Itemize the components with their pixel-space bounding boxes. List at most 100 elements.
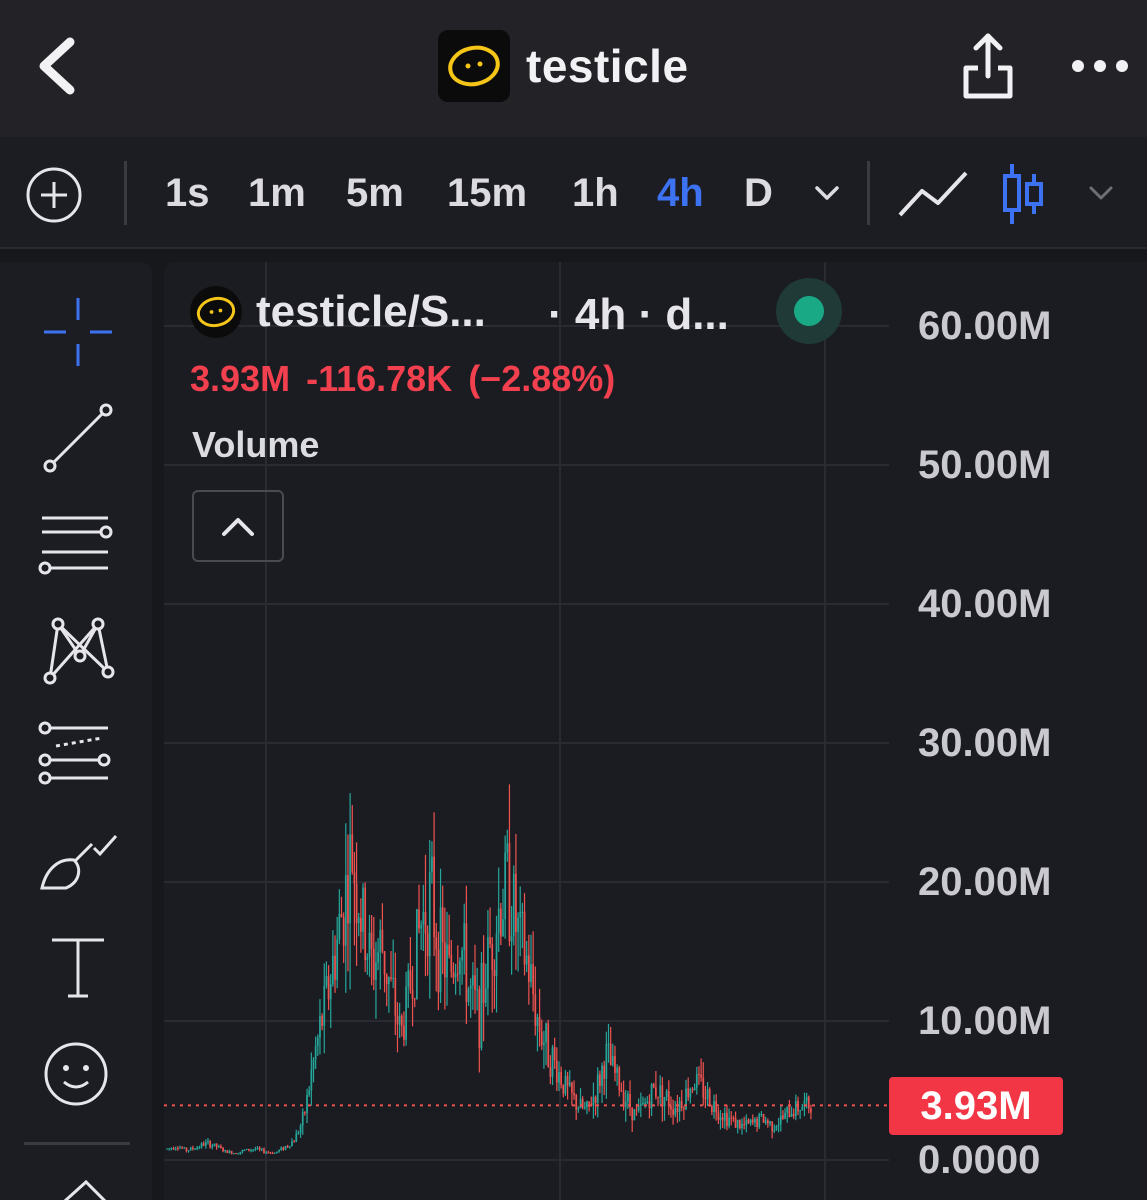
back-button[interactable] bbox=[30, 30, 90, 100]
interval-label: · 4h · d... bbox=[548, 290, 729, 339]
candle-body bbox=[618, 1067, 621, 1091]
candle-body bbox=[586, 1101, 588, 1108]
candle-body bbox=[416, 909, 418, 999]
candle-body bbox=[760, 1114, 763, 1116]
candle-body bbox=[663, 1097, 666, 1107]
token-logo-small bbox=[190, 286, 242, 338]
symbol-pair[interactable]: testicle/S... bbox=[256, 287, 486, 337]
top-bar: testicle bbox=[0, 0, 1147, 137]
timeframe-1m[interactable]: 1m bbox=[248, 171, 306, 216]
candle-body bbox=[174, 1148, 177, 1150]
candle-body bbox=[271, 1152, 274, 1154]
candle-body bbox=[510, 936, 513, 942]
candle-body bbox=[181, 1147, 184, 1149]
candle-body bbox=[480, 962, 483, 1049]
candle-body bbox=[437, 949, 440, 993]
candle-body bbox=[540, 1032, 543, 1046]
candle-body bbox=[715, 1101, 718, 1113]
fib-channel-tool[interactable] bbox=[36, 714, 120, 798]
candle-body bbox=[611, 1055, 614, 1066]
candle-body bbox=[418, 909, 420, 929]
timeframe-toolbar: 1s 1m 5m 15m 1h 4h D bbox=[0, 137, 1147, 249]
share-button[interactable] bbox=[958, 30, 1018, 102]
candle-body bbox=[198, 1147, 201, 1149]
chevron-down-icon bbox=[815, 186, 839, 200]
candle-body bbox=[213, 1143, 216, 1146]
candle-body bbox=[568, 1082, 571, 1086]
candle-body bbox=[508, 843, 511, 942]
candle-body bbox=[334, 955, 336, 980]
timeframe-d[interactable]: D bbox=[744, 171, 773, 216]
crosshair-tool[interactable] bbox=[36, 290, 120, 374]
emoji-tool[interactable] bbox=[36, 1032, 120, 1116]
candlestick-button[interactable] bbox=[1000, 162, 1048, 226]
candle-body bbox=[773, 1129, 776, 1132]
eraser-tool[interactable] bbox=[36, 1168, 120, 1200]
candle-body bbox=[379, 929, 382, 953]
timeframe-5m[interactable]: 5m bbox=[346, 171, 404, 216]
candle-body bbox=[338, 913, 341, 940]
candle-body bbox=[267, 1152, 270, 1154]
candle-body bbox=[327, 975, 330, 1000]
text-icon bbox=[52, 938, 104, 998]
horizontal-lines-tool[interactable] bbox=[36, 502, 120, 586]
collapse-legend-button[interactable] bbox=[192, 490, 284, 562]
candle-body bbox=[545, 1023, 547, 1043]
candle-body bbox=[700, 1074, 702, 1078]
timeframe-1h[interactable]: 1h bbox=[572, 171, 619, 216]
candle-body bbox=[459, 960, 461, 975]
trend-line-tool[interactable] bbox=[36, 396, 120, 480]
price-change-readout: 3.93M -116.78K (−2.88%) bbox=[190, 358, 615, 400]
candle-body bbox=[627, 1093, 629, 1102]
candle-body bbox=[336, 939, 339, 980]
candle-body bbox=[209, 1141, 212, 1148]
candle-body bbox=[329, 984, 332, 1000]
candle-body bbox=[788, 1106, 791, 1117]
more-timeframes-button[interactable] bbox=[812, 181, 842, 210]
timeframe-4h[interactable]: 4h bbox=[657, 171, 704, 216]
candle-body bbox=[291, 1141, 293, 1147]
add-indicator-button[interactable] bbox=[24, 165, 84, 225]
candle-body bbox=[377, 952, 379, 963]
candle-body bbox=[659, 1085, 662, 1098]
candle-body bbox=[250, 1149, 252, 1151]
candle-body bbox=[708, 1089, 711, 1107]
y-axis-tick: 20.00M bbox=[918, 860, 1052, 904]
candle-body bbox=[560, 1072, 562, 1085]
volume-indicator-label: Volume bbox=[192, 424, 320, 465]
candle-body bbox=[342, 917, 345, 946]
text-tool[interactable] bbox=[36, 926, 120, 1010]
candle-body bbox=[256, 1147, 259, 1150]
timeframe-1s[interactable]: 1s bbox=[165, 171, 210, 216]
candle-body bbox=[534, 994, 537, 1026]
emoji-icon bbox=[44, 1042, 108, 1106]
brush-tool[interactable] bbox=[36, 820, 120, 904]
drawing-toolbar bbox=[0, 262, 152, 1200]
chart-panel[interactable]: testicle/S... · 4h · d... 3.93M -116.78K… bbox=[164, 262, 1147, 1200]
candle-body bbox=[413, 998, 416, 1000]
candle-body bbox=[771, 1121, 774, 1132]
candle-body bbox=[364, 887, 367, 961]
pattern-tool[interactable] bbox=[36, 608, 120, 692]
y-axis-tick: 0.0000 bbox=[918, 1138, 1041, 1182]
candle-body bbox=[571, 1082, 573, 1093]
candle-body bbox=[304, 1112, 306, 1114]
chart-style-dropdown[interactable] bbox=[1086, 181, 1116, 210]
candle-body bbox=[648, 1101, 651, 1109]
candle-body bbox=[487, 937, 489, 989]
candle-body bbox=[308, 1090, 311, 1095]
candle-body bbox=[260, 1149, 263, 1151]
timeframe-15m[interactable]: 15m bbox=[447, 171, 527, 216]
candle-body bbox=[263, 1149, 265, 1153]
candle-body bbox=[702, 1077, 705, 1099]
more-button[interactable] bbox=[1068, 46, 1132, 86]
candle-body bbox=[310, 1069, 313, 1091]
candle-body bbox=[273, 1152, 276, 1154]
candle-body bbox=[506, 843, 509, 853]
candle-body bbox=[443, 942, 446, 978]
candle-body bbox=[286, 1146, 289, 1148]
candle-body bbox=[721, 1117, 724, 1121]
candle-body bbox=[512, 873, 515, 937]
line-chart-button[interactable] bbox=[896, 167, 970, 221]
candle-body bbox=[754, 1118, 756, 1123]
